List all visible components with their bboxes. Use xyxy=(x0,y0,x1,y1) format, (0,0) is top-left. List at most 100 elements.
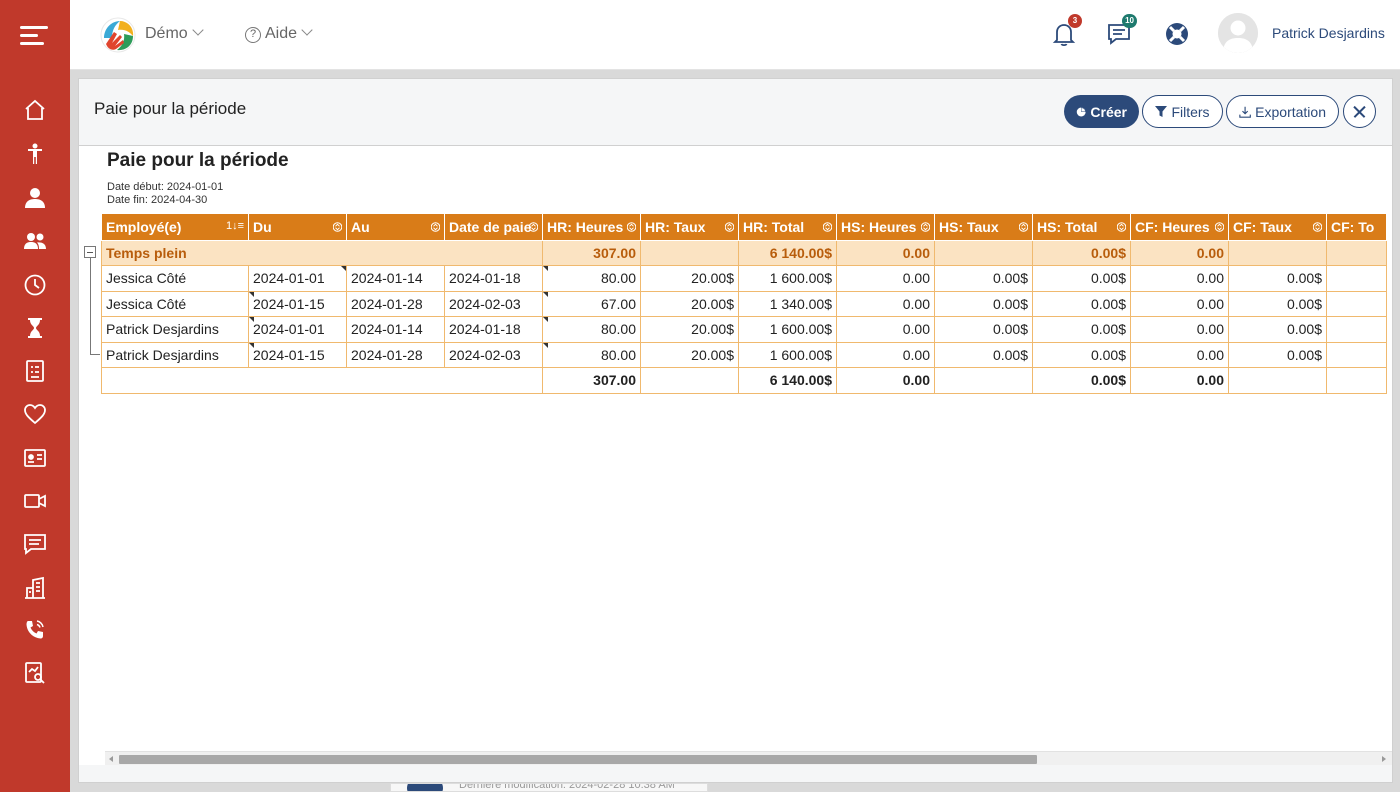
phone-icon[interactable] xyxy=(23,618,47,642)
cell-hs-heures: 0.00 xyxy=(836,316,935,343)
last-modified-text: Dernière modification: 2024-02-28 10:38 … xyxy=(459,783,675,791)
building-icon[interactable] xyxy=(23,576,47,600)
heart-icon[interactable] xyxy=(23,402,47,426)
column-header-date-de-paie[interactable]: Date de paie xyxy=(444,214,543,241)
logo-icon[interactable] xyxy=(98,16,138,54)
report-date-end: Date fin: 2024-04-30 xyxy=(107,194,208,206)
hourglass-icon[interactable] xyxy=(23,316,47,340)
total-hs-total: 0.00$ xyxy=(1032,367,1131,394)
chat-icon[interactable] xyxy=(23,532,47,556)
cell-hs-taux: 0.00$ xyxy=(934,290,1033,317)
user-icon[interactable] xyxy=(23,186,47,210)
column-header-cf-total[interactable]: CF: To xyxy=(1326,214,1387,241)
collapse-group-toggle[interactable] xyxy=(84,246,96,258)
org-menu[interactable]: Démo xyxy=(145,24,204,43)
group-hr-taux xyxy=(640,239,739,266)
total-hs-taux xyxy=(934,367,1033,394)
cell-cf-heures: 0.00 xyxy=(1130,341,1229,368)
export-button[interactable]: Exportation xyxy=(1226,95,1339,128)
sort-icon xyxy=(1215,222,1224,232)
export-label: Exportation xyxy=(1255,103,1326,120)
scroll-left-arrow-icon[interactable] xyxy=(109,756,113,762)
cell-hs-total: 0.00$ xyxy=(1032,316,1131,343)
scroll-right-arrow-icon[interactable] xyxy=(1382,756,1386,762)
help-menu[interactable]: ? Aide xyxy=(245,24,313,44)
report-title: Paie pour la période xyxy=(107,150,289,171)
home-icon[interactable] xyxy=(23,98,47,122)
person-icon[interactable] xyxy=(23,142,47,166)
report-date-start: Date début: 2024-01-01 xyxy=(107,181,224,193)
cell-cf-total xyxy=(1326,341,1387,368)
id-card-icon[interactable] xyxy=(23,446,47,470)
report-icon[interactable] xyxy=(23,661,47,685)
group-cf-total xyxy=(1326,239,1387,266)
cell-hr-heures: 80.00 xyxy=(542,341,641,368)
column-header-du[interactable]: Du xyxy=(248,214,347,241)
column-header-cf-taux[interactable]: CF: Taux xyxy=(1228,214,1327,241)
cell-employe: Patrick Desjardins xyxy=(101,341,249,368)
cell-cf-taux: 0.00$ xyxy=(1228,341,1327,368)
cell-du: 2024-01-15 xyxy=(248,290,347,317)
column-header-hs-total[interactable]: HS: Total xyxy=(1032,214,1131,241)
cell-au: 2024-01-28 xyxy=(346,341,445,368)
download-icon xyxy=(1239,106,1251,118)
totals-row: 307.00 6 140.00$ 0.00 0.00$ 0.00 xyxy=(101,367,1387,394)
close-button[interactable] xyxy=(1343,95,1376,128)
column-header-hs-heures[interactable]: HS: Heures xyxy=(836,214,935,241)
column-header-cf-heures[interactable]: CF: Heures xyxy=(1130,214,1229,241)
org-label: Démo xyxy=(145,25,188,42)
create-button[interactable]: Créer xyxy=(1064,95,1139,128)
sort-icon xyxy=(529,222,538,232)
users-icon[interactable] xyxy=(23,229,47,253)
messages-button[interactable]: 10 xyxy=(1105,14,1137,48)
filters-button[interactable]: Filters xyxy=(1142,95,1223,128)
menu-icon[interactable] xyxy=(20,24,48,48)
sort-icon xyxy=(627,222,636,232)
document-list-icon[interactable] xyxy=(23,359,47,383)
cell-hs-taux: 0.00$ xyxy=(934,316,1033,343)
sort-icon xyxy=(725,222,734,232)
column-header-hr-heures[interactable]: HR: Heures xyxy=(542,214,641,241)
user-name[interactable]: Patrick Desjardins xyxy=(1272,25,1385,41)
cell-hs-taux: 0.00$ xyxy=(934,265,1033,292)
support-button[interactable] xyxy=(1163,20,1191,48)
report-modal: Paie pour la période Créer Filters Expor… xyxy=(78,78,1393,783)
group-row[interactable]: Temps plein 307.00 6 140.00$ 0.00 0.00$ … xyxy=(101,239,1387,266)
cell-hr-heures: 67.00 xyxy=(542,290,641,317)
scrollbar-thumb[interactable] xyxy=(119,755,1037,764)
avatar[interactable] xyxy=(1218,13,1258,53)
cell-cf-taux: 0.00$ xyxy=(1228,290,1327,317)
cell-date-de-paie: 2024-01-18 xyxy=(444,265,543,292)
cell-hr-total: 1 600.00$ xyxy=(738,316,837,343)
chevron-down-icon xyxy=(192,24,204,36)
group-cf-taux xyxy=(1228,239,1327,266)
column-header-hs-taux[interactable]: HS: Taux xyxy=(934,214,1033,241)
column-header-hr-taux[interactable]: HR: Taux xyxy=(640,214,739,241)
table-row[interactable]: Patrick Desjardins 2024-01-15 2024-01-28… xyxy=(101,341,1387,368)
create-label: Créer xyxy=(1090,103,1127,120)
horizontal-scrollbar[interactable] xyxy=(105,751,1392,765)
cell-employe: Patrick Desjardins xyxy=(101,316,249,343)
column-header-employe[interactable]: Employé(e) 1↓≡ xyxy=(101,214,249,241)
background-card: Dernière modification: 2024-02-28 10:38 … xyxy=(390,783,708,792)
cell-hr-heures: 80.00 xyxy=(542,265,641,292)
notifications-button[interactable]: 3 xyxy=(1050,14,1082,48)
cell-hr-total: 1 600.00$ xyxy=(738,341,837,368)
cell-hr-taux: 20.00$ xyxy=(640,341,739,368)
sort-asc-icon[interactable]: 1↓≡ xyxy=(226,220,244,232)
column-header-hr-total[interactable]: HR: Total xyxy=(738,214,837,241)
column-header-au[interactable]: Au xyxy=(346,214,445,241)
totals-label xyxy=(101,367,543,394)
table-row[interactable]: Jessica Côté 2024-01-15 2024-01-28 2024-… xyxy=(101,290,1387,317)
total-hr-heures: 307.00 xyxy=(542,367,641,394)
clock-icon[interactable] xyxy=(23,273,47,297)
sort-icon xyxy=(333,222,342,232)
table-row[interactable]: Patrick Desjardins 2024-01-01 2024-01-14… xyxy=(101,316,1387,343)
total-hr-total: 6 140.00$ xyxy=(738,367,837,394)
table-row[interactable]: Jessica Côté 2024-01-01 2024-01-14 2024-… xyxy=(101,265,1387,292)
cell-au: 2024-01-14 xyxy=(346,316,445,343)
group-hr-heures: 307.00 xyxy=(542,239,641,266)
group-label: Temps plein xyxy=(101,239,543,266)
video-icon[interactable] xyxy=(23,489,47,513)
cell-hr-taux: 20.00$ xyxy=(640,265,739,292)
